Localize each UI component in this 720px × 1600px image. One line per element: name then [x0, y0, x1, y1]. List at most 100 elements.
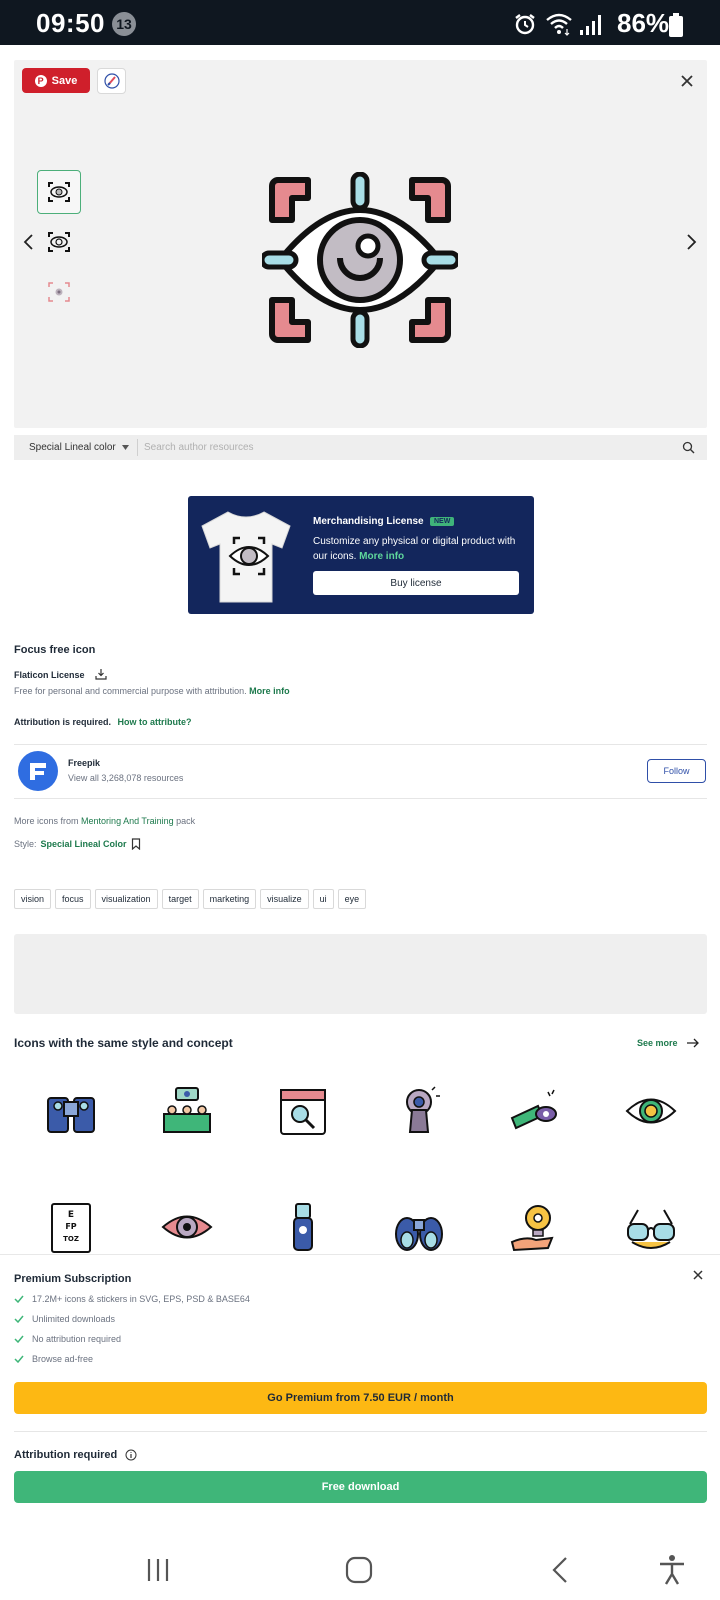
training-group-icon[interactable] [160, 1084, 214, 1138]
how-to-attribute-link[interactable]: How to attribute? [118, 717, 192, 727]
download-license-icon[interactable] [95, 668, 107, 680]
pinterest-icon: P [34, 74, 47, 87]
focus-icon-thumbnail [48, 232, 70, 252]
license-name: Flaticon License [14, 670, 85, 680]
merch-description: Customize any physical or digital produc… [313, 534, 523, 564]
tag-target[interactable]: target [161, 889, 199, 909]
premium-feature-text: No attribution required [32, 1334, 122, 1344]
author-name[interactable]: Freepik [68, 758, 100, 768]
author-avatar[interactable] [18, 751, 58, 791]
notification-count-badge: 13 [112, 12, 136, 36]
free-download-button[interactable]: Free download [14, 1471, 707, 1503]
pack-prefix: More icons from [14, 816, 79, 826]
close-icon[interactable] [676, 70, 698, 92]
merch-more-info-link[interactable]: More info [359, 551, 404, 562]
style-select[interactable]: Special Lineal color [29, 435, 129, 460]
style-link[interactable]: Special Lineal Color [41, 839, 127, 849]
chevron-left-icon[interactable] [20, 232, 38, 252]
style-thumbnail-lineal[interactable] [37, 220, 81, 264]
search-divider [137, 439, 138, 456]
tag-visualize[interactable]: visualize [260, 889, 309, 909]
go-premium-button[interactable]: Go Premium from 7.50 EUR / month [14, 1382, 707, 1414]
search-input[interactable] [144, 438, 664, 457]
tag-focus[interactable]: focus [55, 889, 91, 909]
tshirt-icon [201, 511, 291, 603]
eye-drops-icon[interactable] [276, 1200, 330, 1254]
bookmark-icon[interactable] [131, 838, 141, 850]
pack-suffix: pack [176, 816, 196, 826]
check-icon [14, 1295, 24, 1303]
divider [14, 1431, 707, 1432]
style-line: Style: Special Lineal Color [14, 838, 141, 850]
keyhole-eye-icon[interactable] [392, 1084, 446, 1138]
idea-hand-icon[interactable] [508, 1200, 562, 1254]
style-thumbnail-lineal-color[interactable] [37, 170, 81, 214]
check-icon [14, 1335, 24, 1343]
merch-title: Merchandising License [313, 516, 424, 527]
eye-icon[interactable] [160, 1200, 214, 1254]
tag-ui[interactable]: ui [312, 889, 334, 909]
save-label: Save [51, 74, 78, 87]
wifi-icon [546, 13, 572, 36]
battery-percent: 86% [617, 8, 670, 38]
battery-icon [669, 13, 683, 37]
edit-icon-button[interactable] [97, 68, 126, 94]
license-more-info-link[interactable]: More info [249, 686, 290, 696]
author-resources-link[interactable]: View all 3,268,078 resources [68, 773, 183, 783]
focus-icon-thumbnail [48, 282, 70, 302]
see-more-link[interactable]: See more [637, 1038, 700, 1048]
style-prefix: Style: [14, 839, 37, 849]
buy-license-button[interactable]: Buy license [313, 571, 519, 595]
follow-button[interactable]: Follow [647, 759, 706, 783]
attribution-required-label: Attribution required [14, 1449, 118, 1461]
freepik-logo-icon [30, 763, 46, 780]
style-thumbnail-flat[interactable] [37, 270, 81, 314]
see-more-label: See more [637, 1038, 678, 1048]
eye-chart-icon[interactable]: E FP TOZ [44, 1200, 98, 1254]
icon-title: Focus free icon [14, 644, 96, 656]
attribution-text: Attribution is required. [14, 717, 112, 727]
back-icon[interactable] [548, 1556, 576, 1584]
premium-feature: Unlimited downloads [14, 1314, 115, 1324]
glasses-icon[interactable] [624, 1200, 678, 1254]
recent-apps-icon[interactable] [144, 1556, 172, 1584]
chevron-right-icon[interactable] [682, 232, 700, 252]
home-icon[interactable] [345, 1556, 373, 1584]
premium-feature-text: 17.2M+ icons & stickers in SVG, EPS, PSD… [32, 1294, 250, 1304]
binoculars-icon[interactable] [392, 1200, 446, 1254]
premium-feature: 17.2M+ icons & stickers in SVG, EPS, PSD… [14, 1294, 250, 1304]
tag-vision[interactable]: vision [14, 889, 52, 909]
calendar-search-icon[interactable] [276, 1084, 330, 1138]
focus-eye-icon-preview [262, 172, 458, 348]
divider [14, 798, 707, 799]
pack-link[interactable]: Mentoring And Training [81, 816, 174, 826]
related-icons-title: Icons with the same style and concept [14, 1036, 233, 1050]
check-icon [14, 1315, 24, 1323]
close-icon[interactable] [692, 1269, 704, 1281]
premium-feature: Browse ad-free [14, 1354, 93, 1364]
focus-icon-thumbnail [48, 182, 70, 202]
tag-visualization[interactable]: visualization [94, 889, 158, 909]
tag-list: vision focus visualization target market… [14, 889, 367, 909]
eye-money-icon[interactable] [624, 1084, 678, 1138]
brush-edit-icon [103, 73, 120, 89]
info-icon[interactable] [125, 1449, 137, 1461]
tag-marketing[interactable]: marketing [202, 889, 257, 909]
arrow-right-icon [686, 1038, 699, 1048]
tag-eye[interactable]: eye [337, 889, 367, 909]
telescope-icon[interactable] [508, 1084, 562, 1138]
attribution-required-line: Attribution required [14, 1449, 137, 1461]
author-search-bar: Special Lineal color [14, 435, 707, 460]
accessibility-icon[interactable] [658, 1554, 686, 1586]
ad-placeholder [14, 934, 707, 1014]
eye-chart-row-3: TOZ [63, 1235, 79, 1243]
check-icon [14, 1355, 24, 1363]
binoculars-icon[interactable] [44, 1084, 98, 1138]
premium-feature-text: Browse ad-free [32, 1354, 94, 1364]
signal-icon [580, 15, 601, 35]
pack-line: More icons from Mentoring And Training p… [14, 816, 195, 826]
pinterest-save-button[interactable]: P Save [22, 68, 90, 93]
eye-chart-row-2: FP [65, 1222, 76, 1231]
status-time: 09:50 [36, 8, 105, 38]
search-icon[interactable] [682, 441, 695, 454]
